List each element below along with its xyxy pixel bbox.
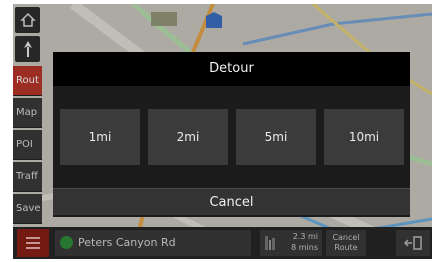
detour-option-5mi[interactable]: 5mi [236, 109, 316, 165]
nav-screen: Rout Map POI Traff Save Peters Canyon Rd [13, 4, 432, 259]
detour-option-label: 2mi [176, 130, 200, 144]
detour-option-label: 10mi [348, 130, 380, 144]
detour-option-10mi[interactable]: 10mi [324, 109, 404, 165]
detour-dialog: Detour 1mi 2mi 5mi 10mi Cancel [53, 52, 410, 217]
dialog-cancel-button[interactable]: Cancel [53, 188, 410, 215]
detour-option-2mi[interactable]: 2mi [148, 109, 228, 165]
detour-option-1mi[interactable]: 1mi [60, 109, 140, 165]
dialog-title: Detour [53, 52, 410, 86]
detour-option-label: 5mi [264, 130, 288, 144]
detour-option-label: 1mi [88, 130, 112, 144]
